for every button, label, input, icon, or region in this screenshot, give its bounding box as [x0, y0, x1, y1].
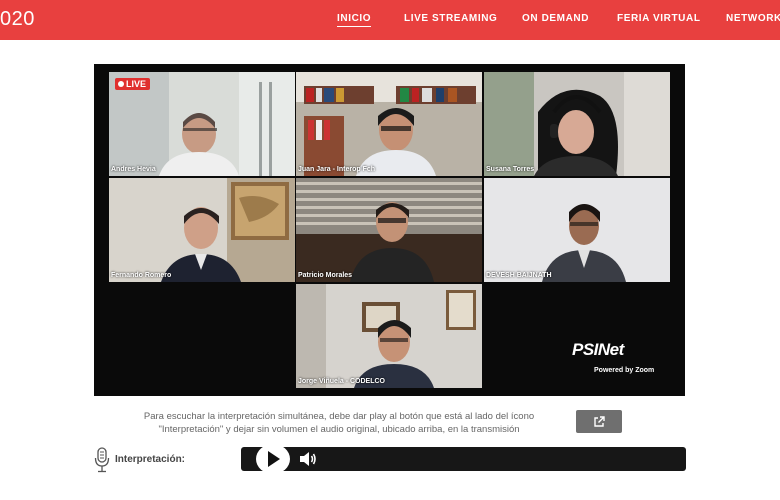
external-link-icon: [594, 415, 605, 427]
interpretation-label: Interpretación:: [115, 454, 186, 465]
participant-tile-active-speaker: Fernando Romero: [109, 178, 295, 282]
live-badge: LIVE: [115, 78, 151, 90]
nav-item-on-demand[interactable]: ON DEMAND: [522, 13, 589, 24]
nav-item-live-streaming[interactable]: LIVE STREAMING: [404, 13, 497, 24]
video-stream[interactable]: LIVE Andres Hevia Juan Jara - Interop Fc…: [94, 64, 685, 396]
participant-name: Jorge Viñuela - CODELCO: [298, 378, 385, 385]
powered-by-text: Powered by Zoom: [594, 367, 655, 374]
brand-logo-text[interactable]: 020: [0, 8, 35, 31]
live-dot-icon: [118, 81, 124, 87]
participant-name: Juan Jara - Interop Fch: [298, 166, 376, 173]
participant-name: Fernando Romero: [111, 272, 172, 279]
participant-name: Patricio Morales: [298, 272, 353, 279]
participant-name: Andres Hevia: [111, 166, 156, 173]
volume-icon[interactable]: [299, 451, 317, 467]
participant-video: [484, 72, 670, 176]
participant-video: [296, 284, 482, 388]
participant-tile: LIVE Andres Hevia: [109, 72, 295, 176]
participant-video: [109, 178, 295, 282]
participant-tile: Susana Torres: [484, 72, 670, 176]
participant-name: DEVESH BAIJNATH: [486, 272, 552, 279]
nav-item-networking[interactable]: NETWORKING: [726, 13, 780, 24]
instructions-line-1: Para escuchar la interpretación simultán…: [143, 411, 535, 422]
participant-tile: Jorge Viñuela - CODELCO: [296, 284, 482, 388]
participant-video: [484, 178, 670, 282]
participant-video: [296, 72, 482, 176]
participant-tile: Patricio Morales: [296, 178, 482, 282]
top-navigation-bar: 020 INICIO LIVE STREAMING ON DEMAND FERI…: [0, 0, 780, 40]
nav-item-feria-virtual[interactable]: FERIA VIRTUAL: [617, 13, 701, 24]
participant-tile: DEVESH BAIJNATH: [484, 178, 670, 282]
nav-item-inicio[interactable]: INICIO: [337, 13, 372, 27]
interpretation-instructions: Para escuchar la interpretación simultán…: [110, 410, 568, 436]
open-external-button[interactable]: [576, 410, 622, 433]
play-button[interactable]: [256, 444, 290, 474]
participant-video: [296, 178, 482, 282]
instructions-line-2: "Interpretación" y dejar sin volumen el …: [158, 424, 520, 435]
live-label: LIVE: [126, 79, 147, 89]
play-icon: [268, 451, 280, 467]
microphone-icon: [94, 447, 110, 473]
psinet-logo: PSINet: [572, 340, 624, 359]
interpretation-audio-player[interactable]: [241, 444, 686, 474]
participant-name: Susana Torres: [486, 166, 535, 173]
participant-tile: Juan Jara - Interop Fch: [296, 72, 482, 176]
